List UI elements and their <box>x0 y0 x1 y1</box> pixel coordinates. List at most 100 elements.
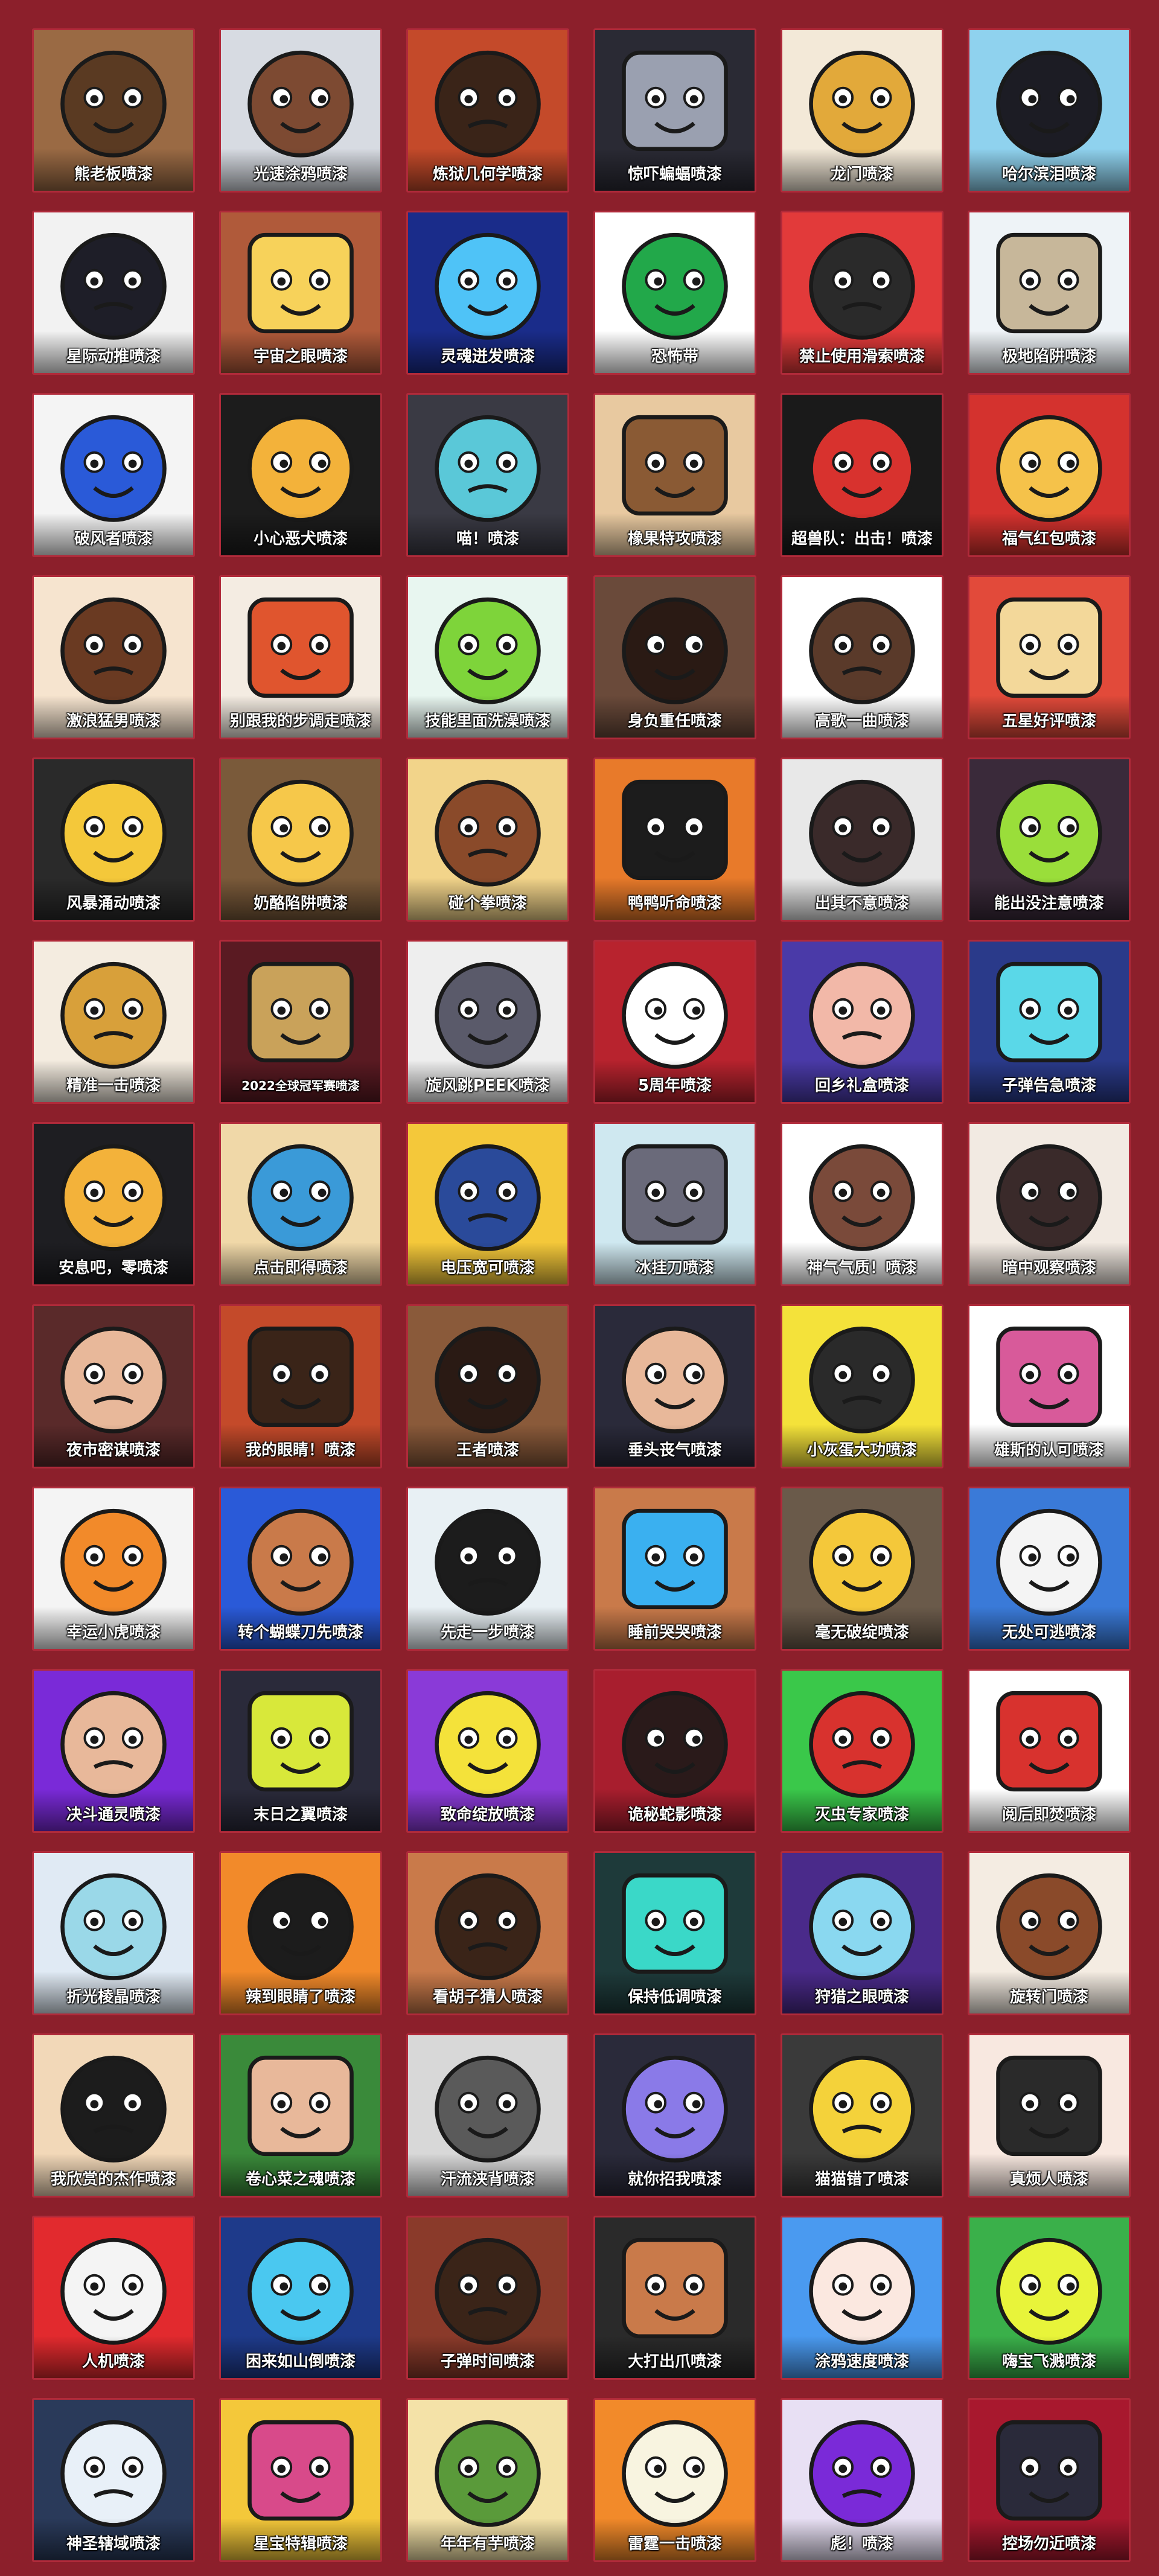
spray-tile[interactable]: 点击即得喷漆 <box>219 1122 382 1286</box>
spray-name: 睡前哭哭喷漆 <box>627 1624 722 1642</box>
spray-tile[interactable]: 子弹告急喷漆 <box>968 940 1131 1104</box>
spray-tile[interactable]: 阅后即焚喷漆 <box>968 1669 1131 1833</box>
spray-tile[interactable]: 年年有芋喷漆 <box>406 2398 569 2562</box>
spray-tile[interactable]: 回乡礼盒喷漆 <box>781 940 943 1104</box>
spray-tile[interactable]: 涂鸦速度喷漆 <box>781 2216 943 2380</box>
spray-tile[interactable]: 转个蝴蝶刀先喷漆 <box>219 1487 382 1651</box>
spray-tile[interactable]: 幸运小虎喷漆 <box>32 1487 195 1651</box>
spray-tile[interactable]: 禁止使用滑索喷漆 <box>781 211 943 375</box>
spray-tile[interactable]: 就你招我喷漆 <box>593 2033 756 2198</box>
spray-tile[interactable]: 风暴涌动喷漆 <box>32 757 195 922</box>
spray-tile[interactable]: 暗中观察喷漆 <box>968 1122 1131 1286</box>
spray-tile[interactable]: 旋转门喷漆 <box>968 1851 1131 2015</box>
spray-tile[interactable]: 惊吓蝙蝠喷漆 <box>593 28 756 193</box>
spray-tile[interactable]: 雷霆一击喷漆 <box>593 2398 756 2562</box>
spray-name: 2022全球冠军赛喷漆 <box>241 1079 360 1093</box>
spray-tile[interactable]: 人机喷漆 <box>32 2216 195 2380</box>
spray-tile[interactable]: 嗨宝飞溅喷漆 <box>968 2216 1131 2380</box>
spray-tile[interactable]: 睡前哭哭喷漆 <box>593 1487 756 1651</box>
spray-tile[interactable]: 末日之翼喷漆 <box>219 1669 382 1833</box>
spray-tile[interactable]: 福气红包喷漆 <box>968 393 1131 557</box>
spray-tile[interactable]: 奶酪陷阱喷漆 <box>219 757 382 922</box>
spray-name: 高歌一曲喷漆 <box>814 712 909 730</box>
spray-tile[interactable]: 我的眼睛！喷漆 <box>219 1304 382 1468</box>
spray-tile[interactable]: 出其不意喷漆 <box>781 757 943 922</box>
spray-tile[interactable]: 保持低调喷漆 <box>593 1851 756 2015</box>
spray-tile[interactable]: 喵！喷漆 <box>406 393 569 557</box>
spray-tile[interactable]: 安息吧，零喷漆 <box>32 1122 195 1286</box>
spray-tile[interactable]: 折光棱晶喷漆 <box>32 1851 195 2015</box>
spray-tile[interactable]: 小灰蛋大功喷漆 <box>781 1304 943 1468</box>
spray-tile[interactable]: 激浪猛男喷漆 <box>32 575 195 739</box>
spray-tile[interactable]: 破风者喷漆 <box>32 393 195 557</box>
spray-tile[interactable]: 哈尔滨泪喷漆 <box>968 28 1131 193</box>
spray-tile[interactable]: 熊老板喷漆 <box>32 28 195 193</box>
spray-tile[interactable]: 彪！喷漆 <box>781 2398 943 2562</box>
spray-tile[interactable]: 困来如山倒喷漆 <box>219 2216 382 2380</box>
spray-tile[interactable]: 别跟我的步调走喷漆 <box>219 575 382 739</box>
spray-tile[interactable]: 光速涂鸦喷漆 <box>219 28 382 193</box>
spray-tile[interactable]: 卷心菜之魂喷漆 <box>219 2033 382 2198</box>
spray-tile[interactable]: 猫猫错了喷漆 <box>781 2033 943 2198</box>
spray-tile[interactable]: 决斗通灵喷漆 <box>32 1669 195 1833</box>
spray-tile[interactable]: 子弹时间喷漆 <box>406 2216 569 2380</box>
spray-tile[interactable]: 星际动推喷漆 <box>32 211 195 375</box>
spray-tile[interactable]: 恐怖带 <box>593 211 756 375</box>
spray-name: 垂头丧气喷漆 <box>627 1441 722 1459</box>
spray-name: 电压宽可喷漆 <box>440 1259 535 1277</box>
spray-tile[interactable]: 致命绽放喷漆 <box>406 1669 569 1833</box>
spray-tile[interactable]: 技能里面洗澡喷漆 <box>406 575 569 739</box>
spray-name: 冰挂刀喷漆 <box>635 1259 714 1277</box>
spray-tile[interactable]: 雄斯的认可喷漆 <box>968 1304 1131 1468</box>
spray-tile[interactable]: 五星好评喷漆 <box>968 575 1131 739</box>
spray-tile[interactable]: 辣到眼睛了喷漆 <box>219 1851 382 2015</box>
spray-tile[interactable]: 王者喷漆 <box>406 1304 569 1468</box>
spray-tile[interactable]: 极地陷阱喷漆 <box>968 211 1131 375</box>
spray-tile[interactable]: 汗流浃背喷漆 <box>406 2033 569 2198</box>
spray-tile[interactable]: 看胡子猜人喷漆 <box>406 1851 569 2015</box>
spray-tile[interactable]: 毫无破绽喷漆 <box>781 1487 943 1651</box>
spray-tile[interactable]: 炼狱几何学喷漆 <box>406 28 569 193</box>
spray-name: 夜市密谋喷漆 <box>66 1441 161 1459</box>
spray-tile[interactable]: 高歌一曲喷漆 <box>781 575 943 739</box>
spray-tile[interactable]: 2022全球冠军赛喷漆 <box>219 940 382 1104</box>
spray-name: 看胡子猜人喷漆 <box>432 1988 543 2006</box>
spray-name: 福气红包喷漆 <box>1001 530 1096 548</box>
spray-tile[interactable]: 鸭鸭听命喷漆 <box>593 757 756 922</box>
spray-tile[interactable]: 精准一击喷漆 <box>32 940 195 1104</box>
spray-tile[interactable]: 无处可逃喷漆 <box>968 1487 1131 1651</box>
spray-tile[interactable]: 夜市密谋喷漆 <box>32 1304 195 1468</box>
spray-tile[interactable]: 冰挂刀喷漆 <box>593 1122 756 1286</box>
spray-tile[interactable]: 星宝特辑喷漆 <box>219 2398 382 2562</box>
spray-tile[interactable]: 小心恶犬喷漆 <box>219 393 382 557</box>
spray-tile[interactable]: 灭虫专家喷漆 <box>781 1669 943 1833</box>
spray-tile[interactable]: 碰个拳喷漆 <box>406 757 569 922</box>
spray-tile[interactable]: 控场勿近喷漆 <box>968 2398 1131 2562</box>
spray-tile[interactable]: 龙门喷漆 <box>781 28 943 193</box>
spray-tile[interactable]: 真烦人喷漆 <box>968 2033 1131 2198</box>
spray-name: 小心恶犬喷漆 <box>253 530 348 548</box>
spray-tile[interactable]: 垂头丧气喷漆 <box>593 1304 756 1468</box>
spray-tile[interactable]: 超兽队：出击！喷漆 <box>781 393 943 557</box>
spray-name: 末日之翼喷漆 <box>253 1806 348 1824</box>
spray-tile[interactable]: 电压宽可喷漆 <box>406 1122 569 1286</box>
spray-name: 狩猎之眼喷漆 <box>814 1988 909 2006</box>
spray-name: 奶酪陷阱喷漆 <box>253 894 348 913</box>
spray-tile[interactable]: 神圣辖域喷漆 <box>32 2398 195 2562</box>
spray-name: 卷心菜之魂喷漆 <box>245 2170 356 2189</box>
spray-name: 激浪猛男喷漆 <box>66 712 161 730</box>
spray-tile[interactable]: 大打出爪喷漆 <box>593 2216 756 2380</box>
spray-tile[interactable]: 狩猎之眼喷漆 <box>781 1851 943 2015</box>
spray-tile[interactable]: 橡果特攻喷漆 <box>593 393 756 557</box>
spray-tile[interactable]: 旋风跳PEEK喷漆 <box>406 940 569 1104</box>
spray-tile[interactable]: 能出没注意喷漆 <box>968 757 1131 922</box>
spray-tile[interactable]: 灵魂迸发喷漆 <box>406 211 569 375</box>
spray-tile[interactable]: 神气气质！喷漆 <box>781 1122 943 1286</box>
spray-tile[interactable]: 宇宙之眼喷漆 <box>219 211 382 375</box>
spray-name: 熊老板喷漆 <box>74 165 153 183</box>
spray-tile[interactable]: 诡秘蛇影喷漆 <box>593 1669 756 1833</box>
spray-tile[interactable]: 我欣赏的杰作喷漆 <box>32 2033 195 2198</box>
spray-tile[interactable]: 先走一步喷漆 <box>406 1487 569 1651</box>
spray-tile[interactable]: 身负重任喷漆 <box>593 575 756 739</box>
spray-tile[interactable]: 5周年喷漆 <box>593 940 756 1104</box>
